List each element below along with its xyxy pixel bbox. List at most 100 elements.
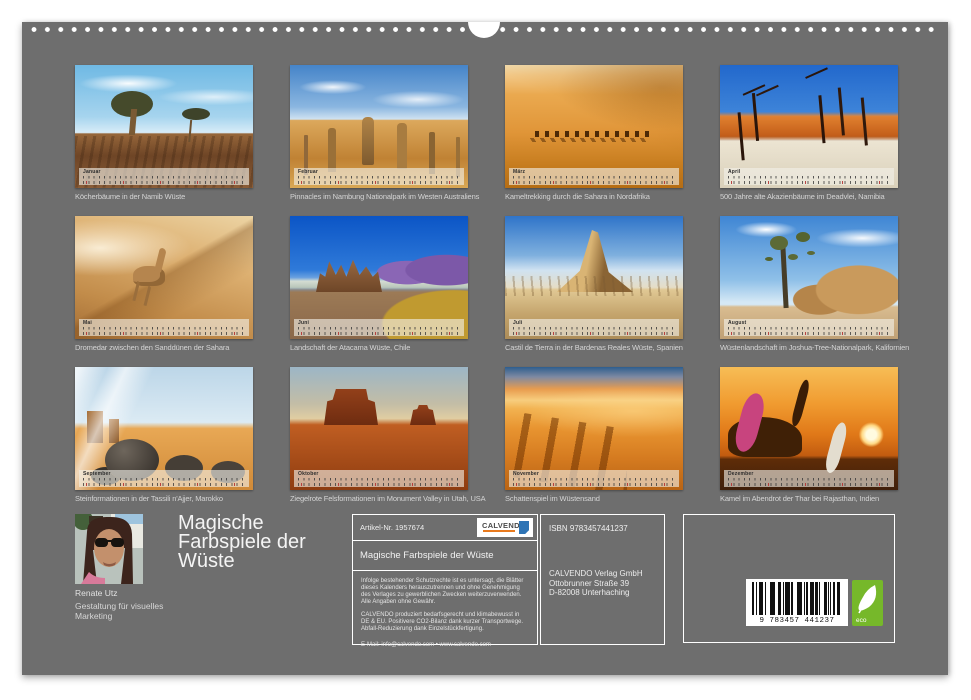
mini-calendar-month: April xyxy=(728,169,740,175)
mini-calendar-strip: Oktober xyxy=(294,470,464,487)
mini-calendar-days xyxy=(728,176,890,184)
article-number: Artikel-Nr. 1957674 xyxy=(360,523,424,532)
mini-calendar-days xyxy=(298,478,460,486)
calendar-thumbnail: Juli Castil de Tierra in der Bardenas Re… xyxy=(505,216,683,353)
mini-calendar-strip: Mai xyxy=(79,319,249,336)
mini-calendar-month: März xyxy=(513,169,525,175)
thumbnail-image: Juni xyxy=(290,216,468,339)
calendar-thumbnail: Januar Köcherbäume in der Namib Wüste xyxy=(75,65,253,202)
author-name: Renate Utz xyxy=(75,588,118,598)
mini-calendar-month: Juni xyxy=(298,320,309,326)
page-title-line3: Wüste xyxy=(178,552,306,571)
calendar-thumbnail: Mai Dromedar zwischen den Sanddünen der … xyxy=(75,216,253,353)
thumbnail-image: Februar xyxy=(290,65,468,188)
mini-calendar-strip: September xyxy=(79,470,249,487)
author-portrait-art xyxy=(75,514,143,584)
calendar-thumbnail: Juni Landschaft der Atacama Wüste, Chile xyxy=(290,216,468,353)
author-role-line2: Marketing xyxy=(75,611,163,621)
mini-calendar-month: Juli xyxy=(513,320,522,326)
thumbnail-caption: Wüstenlandschaft im Joshua-Tree-National… xyxy=(720,343,898,353)
barcode-bars xyxy=(752,582,842,615)
thumbnail-image: Mai xyxy=(75,216,253,339)
isbn-box: ISBN 9783457441237 CALVENDO Verlag GmbH … xyxy=(540,514,665,645)
barcode: 9 783457 441237 xyxy=(746,579,848,626)
calendar-thumbnail: März Kameltrekking durch die Sahara in N… xyxy=(505,65,683,202)
calendar-thumbnail: April 500 Jahre alte Akazienbäume im Dea… xyxy=(720,65,898,202)
contact-line: E-Mail: info@calvendo.com • www.calvendo… xyxy=(361,642,529,649)
thumbnail-caption: Steinformationen in der Tassili n'Ajjer,… xyxy=(75,494,253,504)
thumbnail-caption: Landschaft der Atacama Wüste, Chile xyxy=(290,343,468,353)
mini-calendar-days xyxy=(298,176,460,184)
mini-calendar-strip: Dezember xyxy=(724,470,894,487)
thumbnail-caption: Köcherbäume in der Namib Wüste xyxy=(75,192,253,202)
hanger-hole xyxy=(468,22,500,38)
thumbnail-image: April xyxy=(720,65,898,188)
thumbnail-caption: Schattenspiel im Wüstensand xyxy=(505,494,683,504)
legal-paragraph-2: CALVENDO produziert bedarfsgerecht und k… xyxy=(361,612,529,633)
mini-calendar-days xyxy=(298,327,460,335)
product-title-row: Magische Farbspiele der Wüste xyxy=(353,541,537,571)
barcode-digits: 9 783457 441237 xyxy=(746,617,848,625)
mini-calendar-days xyxy=(513,327,675,335)
calendar-thumbnail: Dezember Kamel im Abendrot der Thar bei … xyxy=(720,367,898,504)
mini-calendar-days xyxy=(728,327,890,335)
article-row: Artikel-Nr. 1957674 CALVENDO xyxy=(353,515,537,541)
mini-calendar-strip: April xyxy=(724,168,894,185)
thumbnail-caption: 500 Jahre alte Akazienbäume im Deadvlei,… xyxy=(720,192,898,202)
mini-calendar-strip: Februar xyxy=(294,168,464,185)
mini-calendar-strip: Januar xyxy=(79,168,249,185)
calendar-thumbnail: August Wüstenlandschaft im Joshua-Tree-N… xyxy=(720,216,898,353)
mini-calendar-month: Februar xyxy=(298,169,318,175)
product-title: Magische Farbspiele der Wüste xyxy=(360,550,494,561)
author-role: Gestaltung für visuelles Marketing xyxy=(75,601,163,621)
thumbnail-caption: Dromedar zwischen den Sanddünen der Saha… xyxy=(75,343,253,353)
mini-calendar-days xyxy=(728,478,890,486)
publisher-address: CALVENDO Verlag GmbH Ottobrunner Straße … xyxy=(549,569,643,598)
thumbnail-image: September xyxy=(75,367,253,490)
thumbnail-image: März xyxy=(505,65,683,188)
legal-paragraph-1: Infolge bestehender Schutzrechte ist es … xyxy=(361,578,529,606)
eco-badge: eco xyxy=(852,580,883,626)
author-photo xyxy=(75,514,143,584)
calvendo-page-icon xyxy=(519,521,529,534)
mini-calendar-month: November xyxy=(513,471,539,477)
page-title: Magische Farbspiele der Wüste xyxy=(178,514,306,571)
publisher-line3: D-82008 Unterhaching xyxy=(549,588,643,598)
mini-calendar-month: Mai xyxy=(83,320,92,326)
publisher-line1: CALVENDO Verlag GmbH xyxy=(549,569,643,579)
thumbnail-image: November xyxy=(505,367,683,490)
mini-calendar-days xyxy=(513,478,675,486)
isbn-number: ISBN 9783457441237 xyxy=(549,524,628,533)
calendar-thumbnail: Februar Pinnacles im Nambung Nationalpar… xyxy=(290,65,468,202)
thumbnail-grid: Januar Köcherbäume in der Namib Wüste Fe… xyxy=(75,65,898,504)
author-role-line1: Gestaltung für visuelles xyxy=(75,601,163,611)
thumbnail-caption: Ziegelrote Felsformationen im Monument V… xyxy=(290,494,468,504)
calendar-thumbnail: September Steinformationen in der Tassil… xyxy=(75,367,253,504)
thumbnail-caption: Pinnacles im Nambung Nationalpark im Wes… xyxy=(290,192,468,202)
calendar-back-page: Januar Köcherbäume in der Namib Wüste Fe… xyxy=(22,22,948,675)
thumbnail-caption: Kamel im Abendrot der Thar bei Rajasthan… xyxy=(720,494,898,504)
barcode-box: 9 783457 441237 eco xyxy=(683,514,895,643)
thumbnail-image: Juli xyxy=(505,216,683,339)
mini-calendar-days xyxy=(513,176,675,184)
mini-calendar-month: Oktober xyxy=(298,471,319,477)
thumbnail-image: Oktober xyxy=(290,367,468,490)
mini-calendar-strip: März xyxy=(509,168,679,185)
calendar-thumbnail: November Schattenspiel im Wüstensand xyxy=(505,367,683,504)
thumbnail-caption: Kameltrekking durch die Sahara in Nordaf… xyxy=(505,192,683,202)
mini-calendar-month: Dezember xyxy=(728,471,754,477)
calendar-thumbnail: Oktober Ziegelrote Felsformationen im Mo… xyxy=(290,367,468,504)
eco-badge-label: eco xyxy=(856,617,866,624)
calvendo-logo-tagline xyxy=(483,530,515,532)
thumbnail-caption: Castil de Tierra in der Bardenas Reales … xyxy=(505,343,683,353)
eco-leaf-icon xyxy=(855,583,880,615)
product-info-box: Artikel-Nr. 1957674 CALVENDO Magische Fa… xyxy=(352,514,538,645)
legal-block: Infolge bestehender Schutzrechte ist es … xyxy=(353,571,537,649)
mini-calendar-days xyxy=(83,478,245,486)
mini-calendar-days xyxy=(83,327,245,335)
mini-calendar-strip: Juni xyxy=(294,319,464,336)
mini-calendar-month: Januar xyxy=(83,169,101,175)
mini-calendar-days xyxy=(83,176,245,184)
publisher-line2: Ottobrunner Straße 39 xyxy=(549,579,643,589)
mini-calendar-month: September xyxy=(83,471,111,477)
